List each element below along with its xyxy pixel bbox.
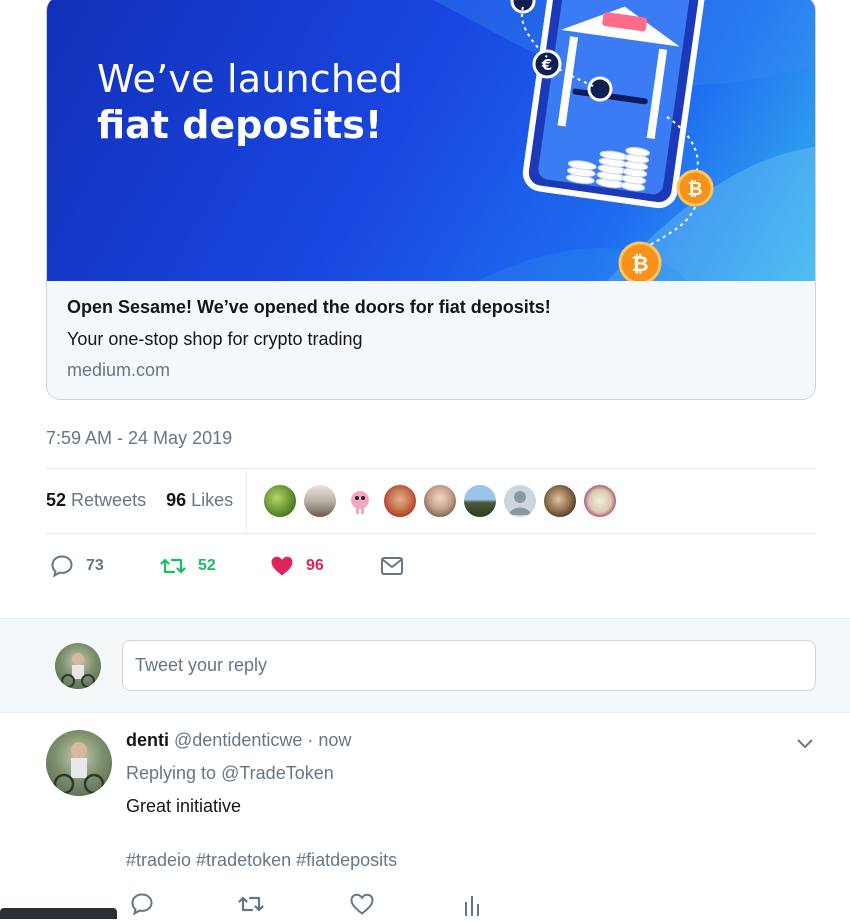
card-description: Your one-stop shop for crypto trading: [67, 329, 363, 349]
retweet-count: 52: [198, 557, 216, 574]
reply-author-name[interactable]: denti: [126, 730, 169, 750]
chevron-down-icon: [797, 739, 813, 749]
liker-avatars: [263, 484, 617, 518]
likes-count: 96: [166, 490, 187, 510]
heart-icon: [350, 893, 374, 915]
reply-time[interactable]: now: [318, 730, 351, 750]
retweet-icon: [160, 558, 186, 574]
heart-icon: [271, 556, 293, 576]
card-title[interactable]: Open Sesame! We’ve opened the doors for …: [67, 297, 551, 318]
retweet-icon: [238, 896, 264, 912]
reply-input[interactable]: [122, 640, 816, 691]
mail-icon: [381, 557, 403, 575]
liker-avatar[interactable]: [343, 484, 377, 518]
reply-tweet-analytics-button[interactable]: [460, 892, 484, 921]
reply-tweet-like-button[interactable]: [350, 892, 374, 921]
svg-text:₿: ₿: [631, 252, 648, 276]
bottom-toast-bar: [0, 908, 117, 919]
retweet-action[interactable]: 52: [160, 554, 216, 578]
replying-to-link[interactable]: @TradeToken: [221, 763, 334, 783]
liker-avatar[interactable]: [383, 484, 417, 518]
reply-author-handle[interactable]: @dentidenticwe: [174, 730, 302, 750]
tweet-timestamp[interactable]: 7:59 AM - 24 May 2019: [46, 428, 232, 449]
card-domain: medium.com: [67, 360, 171, 380]
reply-separator: ·: [307, 730, 314, 750]
reply-author-avatar[interactable]: [46, 730, 112, 796]
svg-text:₿: ₿: [688, 179, 703, 200]
reply-count: 73: [86, 557, 104, 574]
link-card[interactable]: € ₿ ₿ We’ve launched fiat deposits! Open…: [46, 0, 816, 400]
retweets-stat[interactable]: 52 Retweets: [46, 490, 146, 510]
liker-avatar[interactable]: [303, 484, 337, 518]
liker-avatar[interactable]: [423, 484, 457, 518]
reply-icon: [131, 893, 153, 916]
likes-stat[interactable]: 96 Likes: [166, 490, 233, 510]
divider: [46, 468, 816, 469]
reply-header: denti @dentidenticwe · now: [126, 730, 351, 751]
divider: [46, 533, 816, 534]
replying-to: Replying to @TradeToken: [126, 763, 334, 784]
banner-line-1: We’ve launched: [97, 57, 404, 101]
reply-text: Great initiative: [126, 796, 242, 816]
liker-avatar[interactable]: [543, 484, 577, 518]
retweets-label: Retweets: [71, 490, 147, 510]
like-action[interactable]: 96: [270, 554, 324, 578]
liker-avatar[interactable]: [583, 484, 617, 518]
banner-line-2: fiat deposits!: [97, 102, 383, 147]
banner-headline: We’ve launched fiat deposits!: [97, 57, 403, 148]
likes-label: Likes: [191, 490, 234, 510]
tweet-options-button[interactable]: [795, 733, 815, 758]
stats-separator: [246, 469, 247, 533]
reply-action[interactable]: 73: [50, 554, 104, 578]
like-count: 96: [306, 557, 324, 574]
svg-text:€: €: [541, 56, 552, 74]
liker-avatar[interactable]: [503, 484, 537, 518]
analytics-icon: [465, 896, 479, 916]
liker-avatar[interactable]: [463, 484, 497, 518]
reply-tweet-retweet-button[interactable]: [238, 892, 264, 921]
liker-avatar[interactable]: [263, 484, 297, 518]
current-user-avatar[interactable]: [55, 643, 101, 689]
reply-icon: [51, 555, 73, 578]
reply-tweet-reply-button[interactable]: [130, 892, 154, 921]
direct-message-action[interactable]: [380, 554, 404, 578]
tweet-stats: 52 Retweets 96 Likes: [46, 490, 233, 511]
retweets-count: 52: [46, 490, 67, 510]
replying-prefix: Replying to: [126, 763, 217, 783]
card-banner-image: € ₿ ₿ We’ve launched fiat deposits!: [47, 0, 815, 281]
reply-hashtags[interactable]: #tradeio #tradetoken #fiatdeposits: [126, 850, 397, 871]
